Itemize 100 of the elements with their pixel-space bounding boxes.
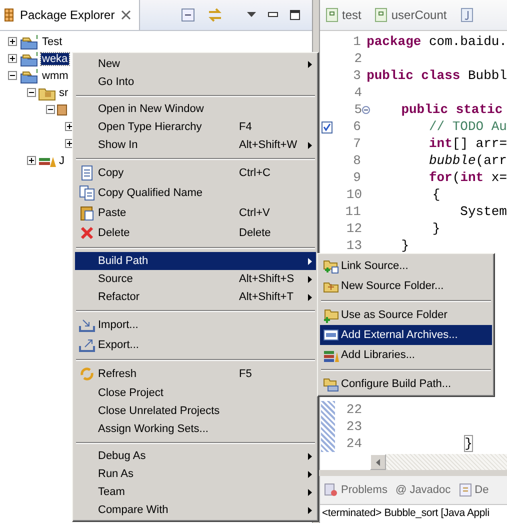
view-tab[interactable]: Package Explorer [0, 0, 140, 30]
clipboard-icon [78, 205, 94, 221]
line-number: 4 [353, 85, 362, 100]
shortcut-label: F4 [239, 121, 252, 133]
menu-item[interactable]: Close Project [75, 384, 316, 402]
menu-item[interactable]: Export... [75, 335, 316, 355]
scroll-left-icon[interactable] [376, 458, 380, 466]
code-line: package com.baidu. [366, 34, 507, 49]
submenu-arrow-icon [308, 294, 312, 300]
editor-tab[interactable]: test [326, 8, 362, 22]
submenu-arrow-icon [308, 142, 312, 148]
line-number: 12 [345, 221, 362, 236]
menu-item[interactable]: Copy Qualified Name [75, 183, 316, 203]
submenu-arrow-icon [308, 276, 312, 282]
fold-icon[interactable] [362, 106, 370, 114]
maximize-icon[interactable] [290, 10, 300, 20]
line-number: 1 [352, 34, 361, 49]
menu-item[interactable]: Build Path [75, 252, 316, 270]
menu-item[interactable]: New [75, 55, 316, 73]
view-menu-icon[interactable] [247, 12, 256, 18]
submenu-arrow-icon [308, 452, 312, 460]
menu-item[interactable]: Run As [75, 465, 316, 483]
tree-item[interactable]: J [58, 154, 66, 166]
panel-tab[interactable]: @ Javadoc [395, 484, 451, 496]
menu-item[interactable]: Import... [75, 315, 316, 335]
expand-icon[interactable] [65, 122, 74, 131]
tree-item[interactable]: sr [58, 86, 70, 98]
project-folder-icon [19, 34, 39, 50]
tree-item[interactable]: Test [41, 36, 64, 48]
document-icon [78, 165, 94, 181]
menu-item[interactable]: Copy Ctrl+C [75, 163, 316, 183]
refresh-icon [78, 366, 94, 382]
menu-item[interactable]: Add External Archives... [320, 325, 492, 345]
line-number: 9 [352, 170, 361, 185]
menu-item[interactable]: Go Into [75, 73, 316, 91]
menu-item[interactable]: Configure Build Path... [320, 374, 492, 394]
collapse-all-icon[interactable] [181, 8, 195, 22]
documents-icon [78, 185, 94, 201]
menu-item[interactable]: Delete Delete [75, 223, 316, 243]
submenu-arrow-icon [308, 506, 312, 514]
horizontal-scrollbar[interactable] [370, 454, 507, 470]
shortcut-label: Ctrl+V [239, 207, 270, 219]
menu-item[interactable]: Refactor Alt+Shift+T [75, 288, 316, 306]
menu-item[interactable]: New Source Folder... [320, 276, 492, 296]
line-number: 3 [352, 68, 361, 83]
panel-tab[interactable]: Problems [324, 483, 388, 497]
menu-item[interactable]: Compare With [75, 501, 316, 519]
change-marker [321, 418, 335, 435]
close-icon[interactable] [120, 10, 131, 20]
java-file-icon [460, 8, 473, 22]
menu-item[interactable]: Assign Working Sets... [75, 420, 316, 438]
panel-tab[interactable]: De [458, 483, 489, 497]
collapse-icon[interactable] [46, 105, 55, 114]
declaration-icon [458, 483, 472, 497]
menu-item[interactable]: Link Source... [320, 256, 492, 276]
shortcut-label: Delete [239, 227, 271, 239]
menu-item[interactable]: Use as Source Folder [320, 305, 492, 325]
menu-item[interactable]: Open in New Window [75, 100, 316, 118]
expand-icon[interactable] [27, 156, 36, 165]
menu-item[interactable]: Show In Alt+Shift+W [75, 136, 316, 154]
menu-item[interactable]: Open Type Hierarchy F4 [75, 118, 316, 136]
menu-item[interactable]: Debug As [75, 447, 316, 465]
shortcut-label: F5 [239, 368, 252, 380]
package-icon [57, 102, 67, 118]
code-line: { [431, 187, 440, 202]
line-number: 7 [352, 136, 361, 151]
collapse-icon[interactable] [8, 71, 17, 80]
menu-item[interactable]: Add Libraries... [320, 345, 492, 365]
editor-tab[interactable]: userCount [375, 8, 447, 22]
collapse-icon[interactable] [27, 88, 36, 97]
shortcut-label: Alt+Shift+W [239, 139, 298, 151]
menu-item[interactable]: Close Unrelated Projects [75, 402, 316, 420]
view-title: Package Explorer [20, 8, 115, 22]
menu-item[interactable]: Source Alt+Shift+S [75, 270, 316, 288]
line-number: 10 [345, 187, 362, 202]
line-number: 6 [352, 119, 361, 134]
shortcut-label: Alt+Shift+T [239, 291, 294, 303]
code-line: bubble(arr [428, 153, 507, 168]
expand-icon[interactable] [8, 37, 17, 46]
submenu-arrow-icon [308, 60, 312, 68]
menu-item[interactable]: Team [75, 483, 316, 501]
console-status: <terminated> Bubble_sort [Java Appli [321, 506, 490, 521]
configure-icon [322, 376, 338, 392]
line-number: 5 [353, 102, 362, 117]
minimize-icon[interactable] [268, 12, 278, 18]
package-icon [4, 8, 14, 22]
submenu-arrow-icon [308, 488, 312, 496]
expand-icon[interactable] [65, 139, 74, 148]
tree-item[interactable]: weka [41, 52, 69, 64]
delete-icon [78, 225, 94, 241]
tree-item[interactable]: wmm [41, 70, 70, 82]
line-number: 2 [353, 51, 362, 66]
line-number: 13 [345, 238, 362, 253]
file-icon [326, 8, 338, 22]
expand-icon[interactable] [8, 54, 17, 63]
menu-item[interactable]: Paste Ctrl+V [75, 203, 316, 223]
shortcut-label: Ctrl+C [239, 167, 270, 179]
editor-tab[interactable] [460, 8, 473, 22]
line-number: 23 [345, 419, 362, 434]
menu-item[interactable]: Refresh F5 [75, 364, 316, 384]
